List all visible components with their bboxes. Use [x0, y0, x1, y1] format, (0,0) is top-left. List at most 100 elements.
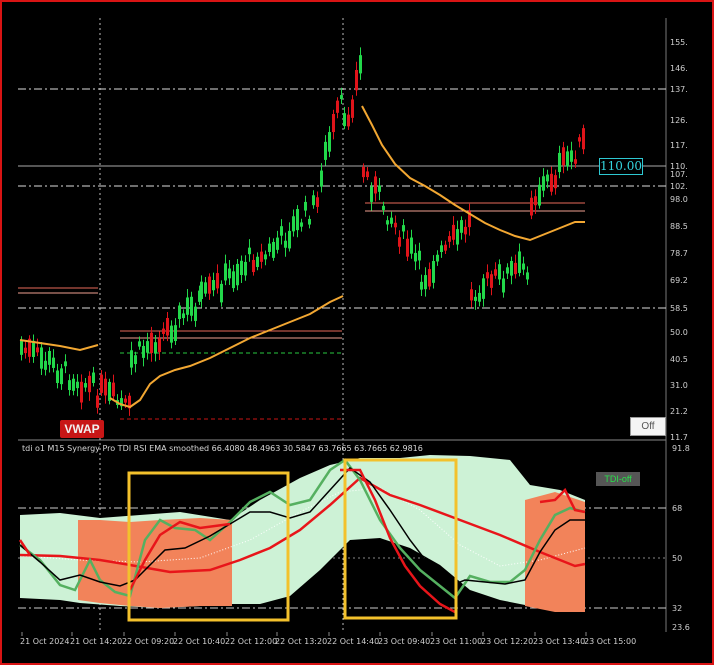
price-tick-label: 102. [670, 182, 688, 191]
candle-body [236, 263, 239, 286]
candle-body [570, 150, 573, 162]
candle-body [464, 226, 467, 235]
candle-body [296, 209, 299, 231]
candle-body [264, 254, 267, 260]
candle-body [538, 184, 541, 206]
candle-body [355, 69, 358, 91]
candle-body [182, 313, 185, 319]
candle-body [390, 217, 393, 224]
time-axis-ticks: 21 Oct 2024 21 Oct 14:20 22 Oct 09:2022 Oc… [20, 632, 636, 646]
candle-body [76, 381, 79, 389]
indicator-title: tdi o1 M15 Synergy Pro TDI RSI EMA smoot… [22, 444, 423, 453]
candle-body [292, 216, 295, 232]
candle-body [52, 357, 55, 368]
candle-body [134, 355, 137, 365]
candle-body [526, 272, 529, 280]
candle-body [268, 243, 271, 252]
candle-body [260, 251, 263, 262]
candle-body [382, 205, 385, 210]
candle-body [414, 252, 417, 262]
candle-body [204, 282, 207, 294]
candle-body [562, 147, 565, 166]
price-tick-label: 117. [670, 141, 688, 150]
time-tick-label: 22 Oct 12:00 [225, 637, 277, 646]
candle-body [244, 261, 247, 276]
candle-body [256, 256, 259, 267]
candle-body [44, 360, 47, 370]
candle-body [224, 263, 227, 281]
price-tick-label: 40.5 [670, 355, 688, 364]
candle-body [112, 382, 115, 397]
candle-body [252, 259, 255, 273]
candle-body [300, 222, 303, 227]
candle-body [284, 240, 287, 248]
candle-body [502, 278, 505, 293]
candle-body [316, 197, 319, 207]
candle-body [542, 176, 545, 191]
candle-body [248, 247, 251, 255]
candle-body [444, 244, 447, 251]
tdi-orange-zone [78, 518, 232, 608]
candle-body [32, 340, 35, 357]
candle-body [522, 263, 525, 270]
price-tick-label: 107. [670, 170, 688, 179]
candle-body [424, 275, 427, 290]
candle-body [240, 260, 243, 276]
candle-body [482, 278, 485, 299]
candle-body [312, 195, 315, 206]
time-tick-label: 23 Oct 15:00 [584, 637, 636, 646]
candle-body [64, 361, 67, 367]
price-tick-label: 21.2 [670, 407, 688, 416]
candle-body [72, 378, 75, 391]
candle-body [104, 378, 107, 396]
candle-body [420, 281, 423, 290]
tdi-tick-label: 50 [672, 554, 682, 563]
candle-body [351, 99, 354, 118]
candle-body [456, 229, 459, 245]
time-tick-label: 22 Oct 10:40 [173, 637, 225, 646]
candle-body [276, 237, 279, 250]
candle-body [56, 370, 59, 383]
price-tick-label: 137. [670, 85, 688, 94]
candle-body [170, 325, 173, 343]
off-button[interactable]: Off [630, 417, 666, 436]
candle-body [130, 350, 133, 368]
candle-body [320, 170, 323, 187]
candle-body [142, 345, 145, 358]
candle-body [304, 201, 307, 211]
candle-body [474, 296, 477, 301]
price-tick-label: 69.2 [670, 276, 688, 285]
price-tick-label: 11.7 [670, 433, 688, 442]
candle-body [452, 224, 455, 240]
tdi-off-button[interactable]: TDI-off [596, 472, 640, 486]
candle-body [386, 220, 389, 225]
candle-body [48, 350, 51, 365]
tdi-tick-label: 91.8 [672, 444, 690, 453]
candle-body [478, 292, 481, 302]
tdi-tick-label: 32 [672, 604, 682, 613]
candle-body [486, 272, 489, 279]
candle-body [448, 236, 451, 242]
candle-body [96, 395, 99, 408]
candle-body [324, 141, 327, 160]
candle-body [308, 218, 311, 225]
candle-body [436, 254, 439, 262]
candle-body [40, 347, 43, 369]
time-tick-label: 21 Oct 2024 [20, 637, 69, 646]
chart-canvas: 155.146.137.126.117.110.107.102.98.088.5… [18, 18, 690, 646]
price-tick-label: 126. [670, 116, 688, 125]
candle-body [36, 347, 39, 353]
price-tick-label: 98.0 [670, 195, 688, 204]
time-tick-label: 21 Oct 14:20 [70, 637, 122, 646]
candle-body [232, 271, 235, 289]
candle-body [558, 152, 561, 173]
candle-body [402, 225, 405, 232]
candle-body [146, 341, 149, 353]
time-tick-label: 23 Oct 11:00 [430, 637, 482, 646]
candle-body [490, 274, 493, 288]
candle-body [418, 250, 421, 261]
current-price-label: 110.00 [599, 158, 643, 175]
candle-body [343, 113, 346, 127]
candle-body [280, 226, 283, 236]
time-tick-label: 22 Oct 09:20 [122, 637, 174, 646]
